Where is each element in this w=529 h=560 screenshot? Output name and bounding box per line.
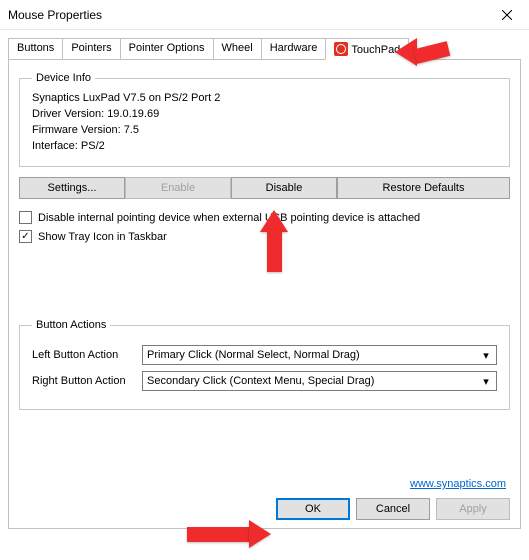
link-row: www.synaptics.com bbox=[410, 478, 506, 490]
checkbox-show-tray-label: Show Tray Icon in Taskbar bbox=[38, 231, 167, 243]
tab-hardware[interactable]: Hardware bbox=[261, 38, 327, 59]
synaptics-link[interactable]: www.synaptics.com bbox=[410, 478, 506, 490]
title-bar: Mouse Properties bbox=[0, 0, 529, 30]
right-button-select[interactable]: Secondary Click (Context Menu, Special D… bbox=[142, 371, 497, 391]
tab-touchpad[interactable]: TouchPad bbox=[325, 38, 409, 60]
disable-button[interactable]: Disable bbox=[231, 177, 337, 199]
checkbox-show-tray-row[interactable]: Show Tray Icon in Taskbar bbox=[19, 230, 510, 243]
left-button-value: Primary Click (Normal Select, Normal Dra… bbox=[147, 349, 360, 361]
button-actions-legend: Button Actions bbox=[32, 319, 110, 331]
window-title: Mouse Properties bbox=[8, 8, 102, 22]
firmware-version: Firmware Version: 7.5 bbox=[32, 122, 497, 138]
close-button[interactable] bbox=[485, 0, 529, 30]
left-button-label: Left Button Action bbox=[32, 349, 142, 361]
tab-touchpad-label: TouchPad bbox=[351, 44, 400, 56]
synaptics-icon bbox=[334, 42, 348, 56]
tab-bar: Buttons Pointers Pointer Options Wheel H… bbox=[8, 38, 521, 59]
device-name: Synaptics LuxPad V7.5 on PS/2 Port 2 bbox=[32, 90, 497, 106]
right-button-row: Right Button Action Secondary Click (Con… bbox=[32, 371, 497, 391]
action-button-row: Settings... Enable Disable Restore Defau… bbox=[19, 177, 510, 199]
tab-pointer-options[interactable]: Pointer Options bbox=[120, 38, 214, 59]
dropdown-arrow-icon: ▾ bbox=[478, 375, 494, 388]
checkbox-disable-internal-label: Disable internal pointing device when ex… bbox=[38, 212, 420, 224]
right-button-value: Secondary Click (Context Menu, Special D… bbox=[147, 375, 374, 387]
tab-wheel[interactable]: Wheel bbox=[213, 38, 262, 59]
button-actions-group: Button Actions Left Button Action Primar… bbox=[19, 319, 510, 410]
apply-button: Apply bbox=[436, 498, 510, 520]
restore-defaults-button[interactable]: Restore Defaults bbox=[337, 177, 510, 199]
cancel-button[interactable]: Cancel bbox=[356, 498, 430, 520]
enable-button: Enable bbox=[125, 177, 231, 199]
device-info-group: Device Info Synaptics LuxPad V7.5 on PS/… bbox=[19, 72, 510, 167]
interface: Interface: PS/2 bbox=[32, 138, 497, 154]
checkbox-disable-internal[interactable] bbox=[19, 211, 32, 224]
device-info-legend: Device Info bbox=[32, 72, 95, 84]
driver-version: Driver Version: 19.0.19.69 bbox=[32, 106, 497, 122]
tab-panel: Device Info Synaptics LuxPad V7.5 on PS/… bbox=[8, 59, 521, 529]
tab-pointers[interactable]: Pointers bbox=[62, 38, 120, 59]
right-button-label: Right Button Action bbox=[32, 375, 142, 387]
dropdown-arrow-icon: ▾ bbox=[478, 349, 494, 362]
checkbox-disable-internal-row[interactable]: Disable internal pointing device when ex… bbox=[19, 211, 510, 224]
tab-buttons[interactable]: Buttons bbox=[8, 38, 63, 59]
checkbox-show-tray[interactable] bbox=[19, 230, 32, 243]
left-button-select[interactable]: Primary Click (Normal Select, Normal Dra… bbox=[142, 345, 497, 365]
settings-button[interactable]: Settings... bbox=[19, 177, 125, 199]
close-icon bbox=[502, 10, 512, 20]
left-button-row: Left Button Action Primary Click (Normal… bbox=[32, 345, 497, 365]
ok-button[interactable]: OK bbox=[276, 498, 350, 520]
dialog-button-row: OK Cancel Apply bbox=[276, 498, 510, 520]
spacer bbox=[19, 249, 510, 319]
